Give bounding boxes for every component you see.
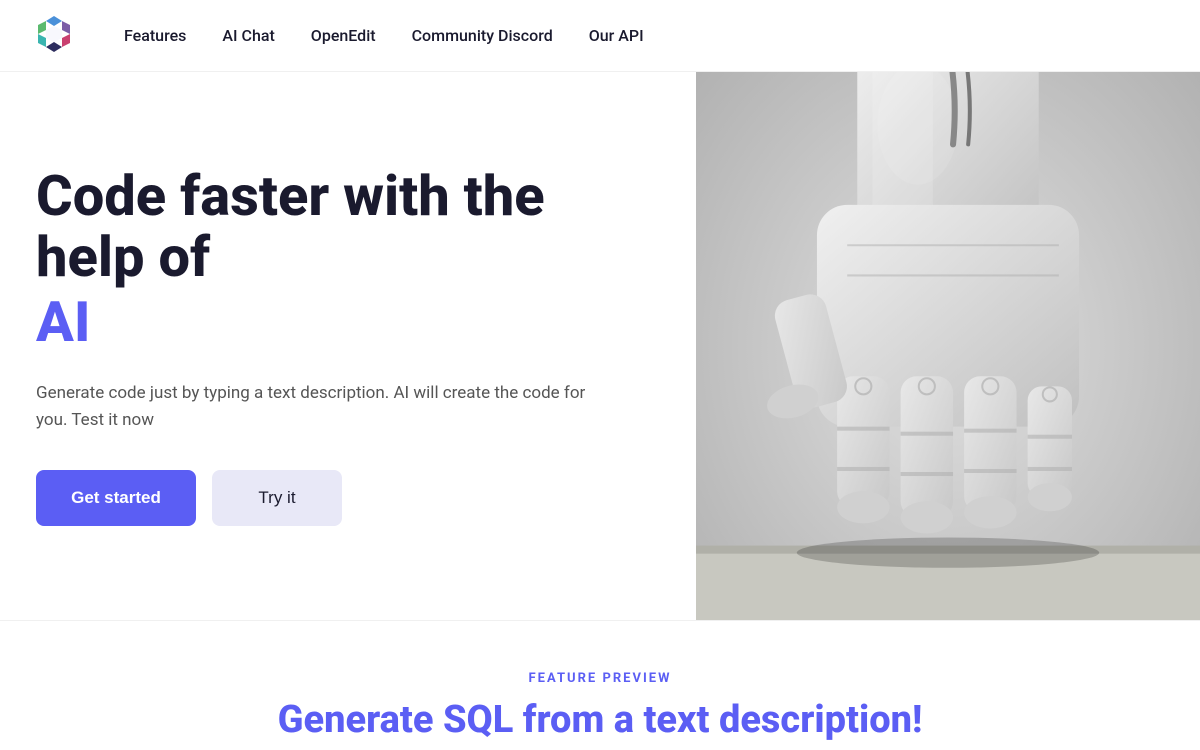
feature-preview-title: Generate SQL from a text description!	[278, 698, 923, 742]
feature-title-suffix: from a text description!	[513, 698, 922, 742]
try-it-button[interactable]: Try it	[212, 470, 342, 526]
feature-preview-section: FEATURE PREVIEW Generate SQL from a text…	[0, 620, 1200, 750]
hero-description: Generate code just by typing a text desc…	[36, 380, 596, 434]
feature-title-highlight: SQL	[443, 698, 513, 742]
feature-title-prefix: Generate	[278, 698, 443, 742]
hero-title-line1: Code faster with the	[36, 166, 664, 228]
nav-item-community-discord[interactable]: Community Discord	[412, 26, 553, 45]
nav-links: Features AI Chat OpenEdit Community Disc…	[124, 26, 644, 45]
get-started-button[interactable]: Get started	[36, 470, 196, 526]
robot-hand-illustration	[696, 72, 1200, 620]
hero-title-ai: AI	[36, 289, 664, 356]
hero-image	[696, 72, 1200, 620]
logo[interactable]	[32, 14, 76, 58]
nav-item-features[interactable]: Features	[124, 26, 186, 45]
nav-item-openedit[interactable]: OpenEdit	[311, 26, 376, 45]
hero-title-line2: help of	[36, 227, 664, 289]
feature-preview-label: FEATURE PREVIEW	[529, 671, 672, 686]
nav-item-ai-chat[interactable]: AI Chat	[222, 26, 274, 45]
hero-buttons: Get started Try it	[36, 470, 664, 526]
navbar: Features AI Chat OpenEdit Community Disc…	[0, 0, 1200, 72]
hero-content: Code faster with the help of AI Generate…	[0, 72, 696, 620]
nav-item-our-api[interactable]: Our API	[589, 26, 644, 45]
hero-section: Code faster with the help of AI Generate…	[0, 72, 1200, 620]
